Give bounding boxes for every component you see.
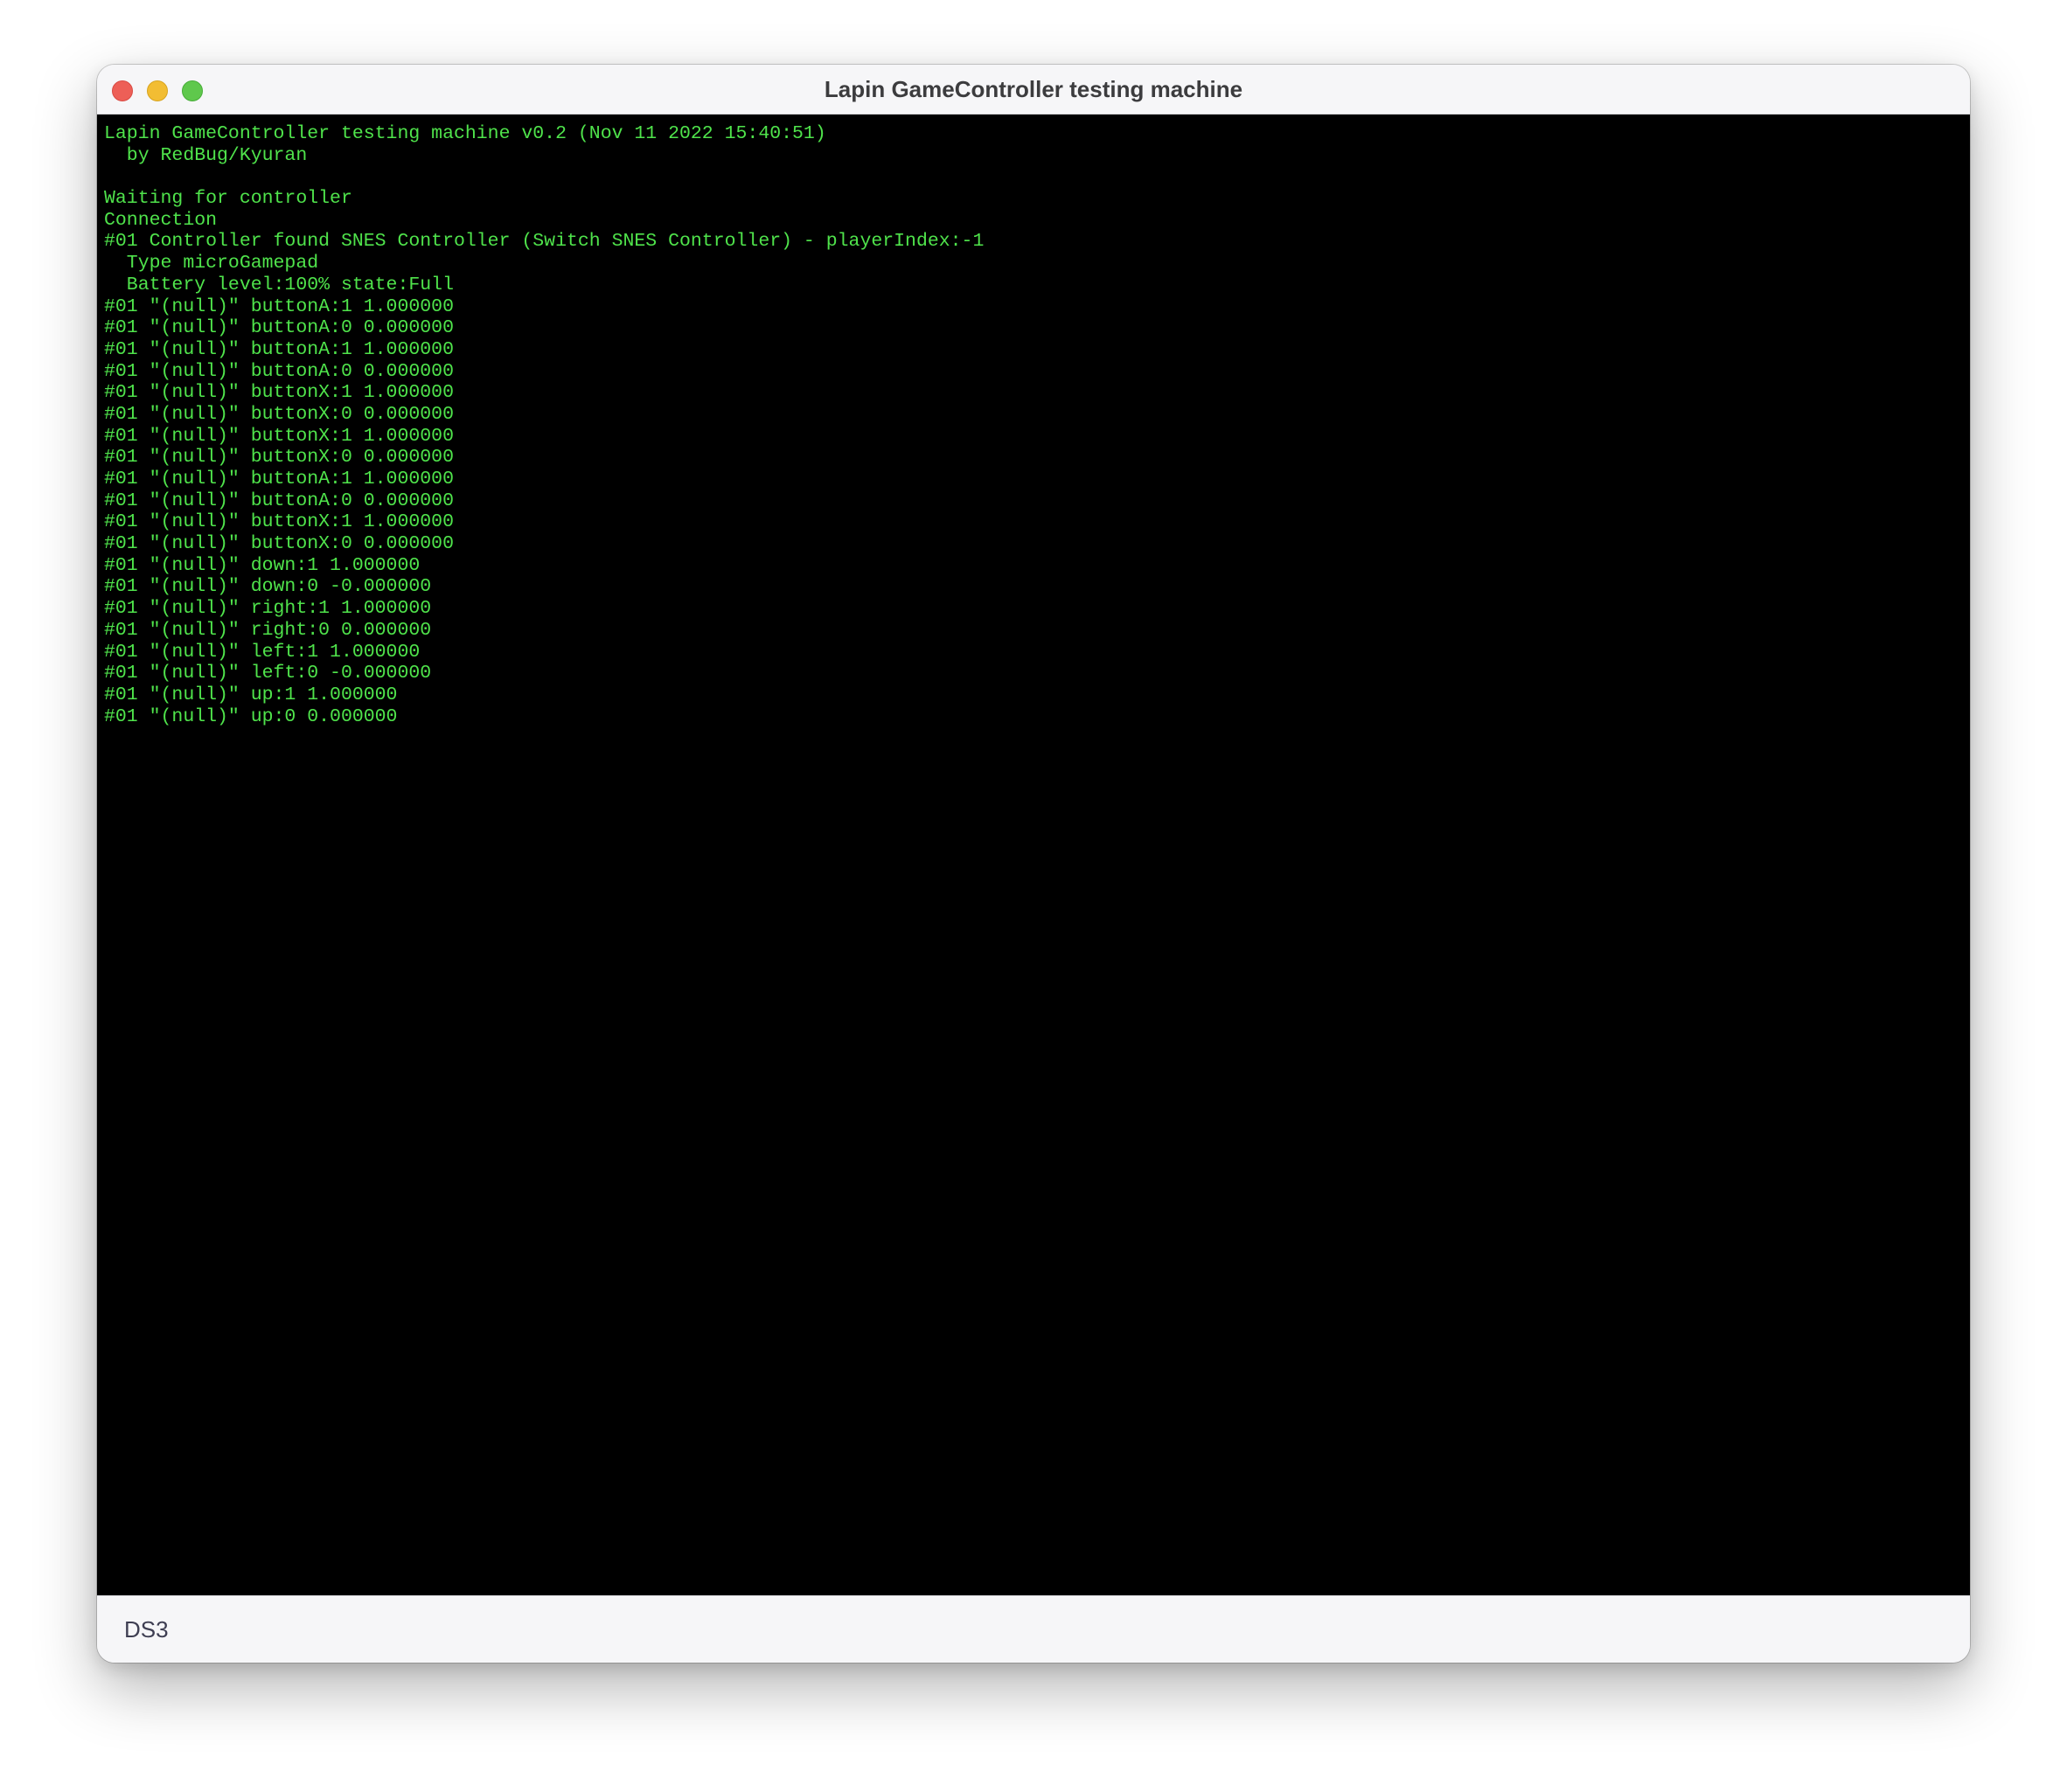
- app-window: Lapin GameController testing machine Lap…: [97, 65, 1970, 1663]
- console-line: #01 "(null)" left:0 -0.000000: [104, 663, 432, 684]
- console-line: #01 "(null)" buttonA:1 1.000000: [104, 295, 454, 317]
- console-line: Type microGamepad: [104, 253, 319, 274]
- console-line: #01 "(null)" buttonX:0 0.000000: [104, 403, 454, 425]
- console-line: Lapin GameController testing machine v0.…: [104, 123, 826, 144]
- console-line: #01 "(null)" buttonX:1 1.000000: [104, 425, 454, 447]
- console-line: Waiting for controller: [104, 188, 352, 210]
- console-line: #01 Controller found SNES Controller (Sw…: [104, 231, 985, 253]
- console-line: #01 "(null)" down:1 1.000000: [104, 554, 421, 576]
- console-line: #01 "(null)" buttonA:0 0.000000: [104, 360, 454, 382]
- status-bar: DS3: [97, 1595, 1970, 1663]
- status-label: DS3: [124, 1616, 169, 1643]
- console-line: #01 "(null)" down:0 -0.000000: [104, 576, 432, 598]
- console-output: Lapin GameController testing machine v0.…: [104, 123, 984, 727]
- console-line: Connection: [104, 209, 218, 231]
- console-line: #01 "(null)" right:1 1.000000: [104, 598, 432, 620]
- console-line: #01 "(null)" buttonX:0 0.000000: [104, 533, 454, 555]
- console-line: #01 "(null)" left:1 1.000000: [104, 641, 421, 663]
- console-line: #01 "(null)" right:0 0.000000: [104, 619, 432, 641]
- console-line: #01 "(null)" up:1 1.000000: [104, 684, 398, 705]
- title-bar[interactable]: Lapin GameController testing machine: [97, 65, 1970, 115]
- console-line: #01 "(null)" buttonA:0 0.000000: [104, 317, 454, 339]
- window-title: Lapin GameController testing machine: [824, 76, 1243, 102]
- console-line: #01 "(null)" buttonA:1 1.000000: [104, 338, 454, 360]
- console-line: #01 "(null)" buttonX:1 1.000000: [104, 382, 454, 404]
- console-line: #01 "(null)" buttonA:1 1.000000: [104, 469, 454, 490]
- console-line: #01 "(null)" up:0 0.000000: [104, 705, 398, 727]
- console-view[interactable]: Lapin GameController testing machine v0.…: [97, 115, 1970, 1595]
- console-line: #01 "(null)" buttonX:1 1.000000: [104, 511, 454, 533]
- console-line: Battery level:100% state:Full: [104, 274, 454, 295]
- console-line: #01 "(null)" buttonX:0 0.000000: [104, 447, 454, 469]
- console-line: by RedBug/Kyuran: [104, 144, 308, 166]
- console-line: #01 "(null)" buttonA:0 0.000000: [104, 490, 454, 511]
